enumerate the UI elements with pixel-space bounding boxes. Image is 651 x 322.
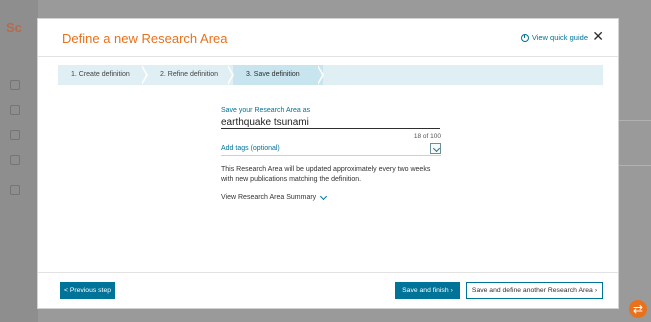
save-and-define-another-label: Save and define another Research Area	[471, 287, 593, 294]
research-area-name-input[interactable]	[221, 116, 440, 129]
save-and-define-another-button[interactable]: Save and define another Research Area ›	[466, 282, 603, 299]
quick-guide-link[interactable]: View quick guide	[520, 33, 588, 42]
save-and-finish-label: Save and finish	[402, 287, 449, 294]
character-count: 18 of 100	[413, 133, 441, 140]
step-label: 1. Create definition	[71, 71, 130, 78]
folder-icon	[10, 155, 20, 165]
quick-guide-label: View quick guide	[531, 33, 588, 42]
add-tags-link[interactable]: Add tags (optional)	[221, 145, 280, 152]
chevron-right-icon: ›	[594, 287, 598, 294]
view-summary-link[interactable]: View Research Area Summary	[221, 192, 441, 201]
save-form: Save your Research Area as 18 of 100 Add…	[221, 107, 441, 201]
modal-footer: < Previous step Save and finish › Save an…	[38, 272, 618, 308]
chevron-right-icon: ›	[450, 287, 453, 294]
save-as-label: Save your Research Area as	[221, 107, 311, 114]
document-icon	[10, 130, 20, 140]
info-icon	[520, 33, 529, 42]
previous-step-button[interactable]: < Previous step	[60, 282, 115, 299]
step-label: 2. Refine definition	[160, 71, 218, 78]
step-arrow	[227, 65, 234, 85]
modal-title: Define a new Research Area	[62, 31, 228, 46]
step-save-definition: 3. Save definition	[233, 65, 324, 85]
define-research-area-modal: Define a new Research Area View quick gu…	[37, 18, 619, 309]
close-button[interactable]: ✕	[592, 28, 604, 44]
exchange-icon[interactable]: ⇄	[629, 300, 647, 318]
step-label: 3. Save definition	[246, 71, 300, 78]
home-icon	[10, 80, 20, 90]
step-arrow	[141, 65, 148, 85]
chevron-down-icon	[320, 192, 328, 200]
view-summary-label: View Research Area Summary	[221, 194, 317, 201]
step-refine-definition[interactable]: 2. Refine definition	[147, 65, 234, 85]
step-create-definition[interactable]: 1. Create definition	[58, 65, 148, 85]
chart-icon	[10, 185, 20, 195]
update-notice: This Research Area will be updated appro…	[221, 166, 431, 183]
step-arrow	[317, 65, 324, 85]
chevron-down-icon[interactable]	[430, 143, 441, 154]
user-icon	[10, 105, 20, 115]
modal-header: Define a new Research Area View quick gu…	[38, 19, 618, 57]
background-logo: Sc	[6, 20, 22, 35]
save-and-finish-button[interactable]: Save and finish ›	[395, 282, 460, 299]
background-sidebar: Sc	[0, 0, 38, 322]
tags-field[interactable]: Add tags (optional)	[221, 143, 441, 156]
step-progress: 1. Create definition 2. Refine definitio…	[58, 65, 603, 85]
